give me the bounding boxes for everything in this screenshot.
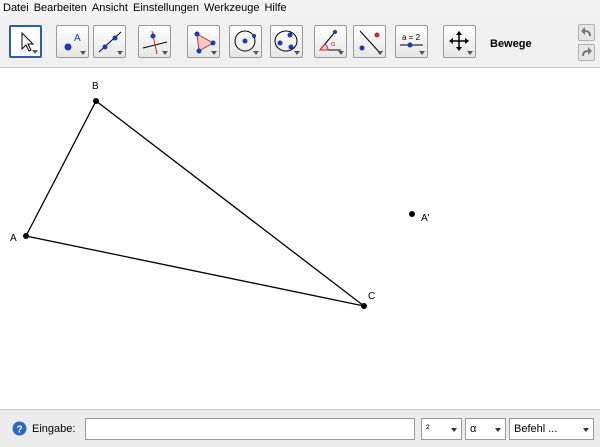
redo-button[interactable] [578,44,595,61]
tool-menu-indicator [80,51,86,55]
point-a-prime[interactable] [409,211,415,217]
chevron-down-icon [583,428,589,432]
point-label-a: A [10,233,17,244]
move-tool-button[interactable] [9,25,42,58]
reflect-tool-button[interactable] [353,25,386,58]
symbols-dropdown[interactable]: ² [421,418,462,440]
chevron-down-icon [451,428,457,432]
greek-letters-dropdown[interactable]: α [465,418,506,440]
tool-menu-indicator [211,51,217,55]
svg-text:A: A [74,33,81,44]
tool-menu-indicator [294,51,300,55]
svg-text:α: α [331,41,335,48]
menu-werkzeuge[interactable]: Werkzeuge [204,1,259,15]
command-dropdown-value: Befehl ... [514,423,558,435]
undo-button[interactable] [578,24,595,41]
triangle-abc[interactable] [25,100,365,307]
greek-letters-dropdown-value: α [470,423,477,435]
menu-bar: Datei Bearbeiten Ansicht Einstellungen W… [0,0,600,16]
geometry-canvas[interactable] [0,68,600,409]
point-label-a-prime: A' [421,213,430,224]
redo-icon [582,47,592,56]
tool-menu-indicator [467,51,473,55]
graphics-view[interactable]: A B C A' [0,68,600,409]
slider-caption: a = 2 [402,33,421,42]
tool-menu-indicator [117,51,123,55]
tool-menu-indicator [162,51,168,55]
move-graphics-tool-button[interactable] [443,25,476,58]
point-label-b: B [92,81,99,92]
tool-menu-indicator [419,51,425,55]
tool-menu-indicator [338,51,344,55]
point-a[interactable] [23,233,29,239]
chevron-down-icon [495,428,501,432]
point-tool-button[interactable]: A [56,25,89,58]
perpendicular-tool-button[interactable] [138,25,171,58]
point-b[interactable] [93,98,99,104]
undo-icon [581,27,591,36]
tool-menu-indicator [253,51,259,55]
symbols-dropdown-value: ² [426,423,430,435]
angle-tool-button[interactable]: α [314,25,347,58]
input-bar: ? Eingabe: ² α Befehl ... [0,409,600,447]
tool-menu-indicator [377,51,383,55]
slider-tool-button[interactable]: a = 2 [395,25,428,58]
point-c[interactable] [361,303,367,309]
menu-datei[interactable]: Datei [3,1,29,15]
tool-menu-indicator [32,50,38,54]
point-label-c: C [368,291,376,302]
polygon-tool-button[interactable] [187,25,220,58]
command-input[interactable] [85,418,415,440]
toolbar: A α a = 2 Bewege [0,16,600,68]
menu-einstellungen[interactable]: Einstellungen [133,1,199,15]
help-icon[interactable]: ? [12,421,27,436]
conic-tool-button[interactable] [270,25,303,58]
line-tool-button[interactable] [93,25,126,58]
command-dropdown[interactable]: Befehl ... [509,418,594,440]
active-tool-label: Bewege [490,38,532,50]
circle-tool-button[interactable] [229,25,262,58]
menu-ansicht[interactable]: Ansicht [92,1,128,15]
menu-bearbeiten[interactable]: Bearbeiten [34,1,87,15]
menu-hilfe[interactable]: Hilfe [264,1,286,15]
svg-text:?: ? [17,425,23,436]
input-label: Eingabe: [32,423,76,435]
